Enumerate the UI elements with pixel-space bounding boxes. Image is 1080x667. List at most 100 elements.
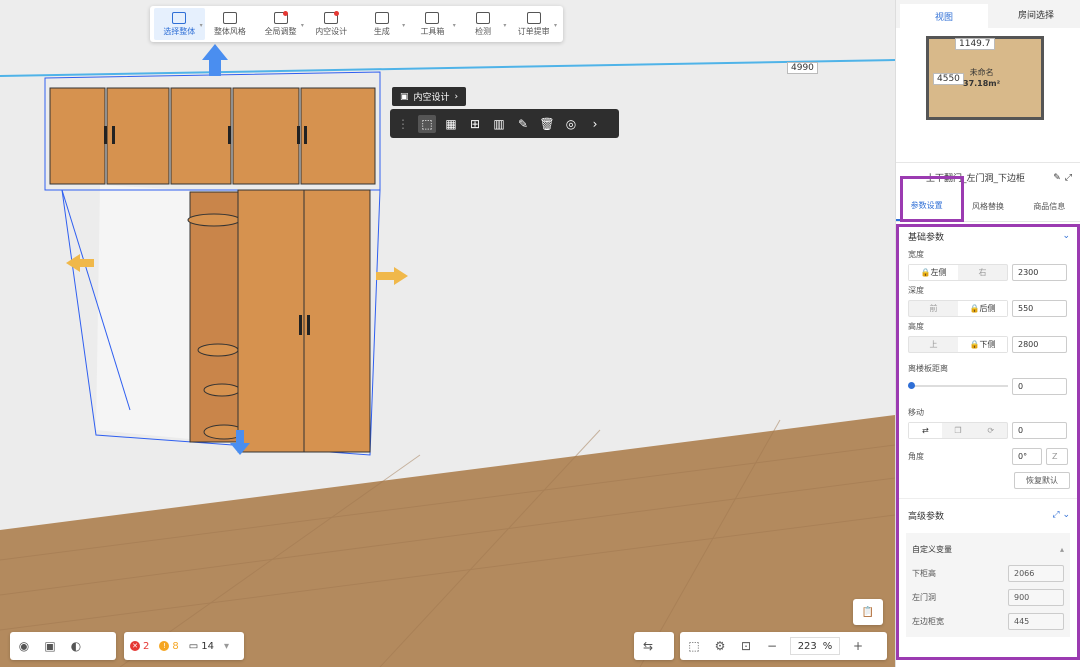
zoom-input[interactable]: 223% [790,637,840,655]
depth-anchor[interactable]: 前 🔒 后侧 [908,299,1008,317]
minimap[interactable]: 1149.7 4550 未命名 37.18m² [896,28,1080,162]
3d-icon[interactable]: ◎ [562,115,580,133]
var-input[interactable]: 900 [1008,588,1064,606]
height-input[interactable]: 2800 [1012,335,1067,353]
depth-row: 前 🔒 后侧 550 [896,298,1080,318]
dimension-label: 4990 [787,62,818,74]
eye-icon[interactable]: ◉ [16,638,32,654]
width-right[interactable]: 右 [958,265,1007,280]
toggle-toolbar: ⇆ [634,632,674,660]
angle-row: 角度 0° Z [896,446,1080,466]
focus-icon[interactable]: ⊡ [738,638,754,654]
add-board-icon[interactable]: ⊞ [466,115,484,133]
upper-cabinets [49,87,376,185]
gauge-icon[interactable]: ◐ [68,638,84,654]
file-count[interactable]: ▭ 14 [189,641,214,652]
panel-title-row: 上下翻门_左门洞_下边柜 ✎ ⤢ [896,162,1080,192]
zoom-out-icon[interactable]: − [764,638,780,654]
floor-distance-slider[interactable] [908,382,1008,389]
toolbar-overall-style[interactable]: 整体风格 [205,8,256,40]
clipboard-icon [526,11,541,24]
minimap-height-label: 4550 [933,73,964,85]
tab-params[interactable]: 参数设置 [896,192,958,221]
toolbar-select-whole[interactable]: 选择整体 ▾ [154,8,205,40]
box-select-icon[interactable]: ▦ [442,115,460,133]
move-label: 移动 [908,407,924,417]
height-row: 上 🔒 下侧 2800 [896,334,1080,354]
top-toolbar: 选择整体 ▾ 整体风格 全局调整 ▾ 内空设计 生成 ▾ 工具箱 ▾ 检测 ▾ 订单提审 ▾ [150,6,563,42]
drag-handle-icon[interactable]: ⋮ [394,115,412,133]
select-icon[interactable]: ⬚ [418,114,436,133]
width-left[interactable]: 🔒 左侧 [909,264,958,280]
paint-roller-icon [222,11,237,24]
edit-icon[interactable]: ✎ [1053,173,1061,183]
split-icon[interactable]: ▥ [490,115,508,133]
custom-vars-header[interactable]: 自定义变量 ▴ [912,537,1064,561]
toggle-icon[interactable]: ⇆ [640,638,656,654]
width-anchor[interactable]: 🔒 左侧右 [908,263,1008,281]
tab-room-select[interactable]: 房间选择 [992,0,1080,28]
move-rotate-icon[interactable]: ⟳ [974,423,1007,438]
height-top[interactable]: 上 [909,337,958,352]
file-icon: ▭ [188,640,199,652]
depth-input[interactable]: 550 [1012,299,1067,317]
floorplan[interactable]: 1149.7 4550 未命名 37.18m² [926,36,1044,120]
zoom-in-icon[interactable]: + [850,638,866,654]
move-free-icon[interactable]: ⇄ [909,422,942,438]
width-input[interactable]: 2300 [1012,263,1067,281]
width-row: 🔒 左侧右 2300 [896,262,1080,282]
var-input[interactable]: 445 [1008,612,1064,630]
move-copy-icon[interactable]: ❐ [942,423,975,438]
chevron-down-icon: ⌄ [1062,231,1070,241]
expand-icon[interactable]: ⤢ [1065,173,1072,183]
var-row: 左边柜宽 445 [912,609,1064,633]
depth-back[interactable]: 🔒 后侧 [958,300,1007,316]
fit-view-icon[interactable]: ⬚ [686,638,702,654]
var-input[interactable]: 2066 [1008,564,1064,582]
advanced-params-header[interactable]: 高级参数 ⤢ ⌄ [896,505,1080,525]
cube-icon[interactable]: ▣ [42,638,58,654]
interior-design-tag[interactable]: ▣ 内空设计 › [392,87,467,106]
tab-view[interactable]: 视图 [900,4,988,28]
toolbar-generate[interactable]: 生成 ▾ [357,8,408,40]
floor-distance-row: 0 [896,376,1080,396]
angle-input[interactable]: 0° [1012,447,1042,465]
toolbar-check[interactable]: 检测 ▾ [458,8,509,40]
depth-front[interactable]: 前 [909,301,958,316]
warning-count[interactable]: ! 8 [159,641,179,652]
chevron-right-icon[interactable]: › [586,115,604,133]
height-anchor[interactable]: 上 🔒 下侧 [908,335,1008,353]
right-panel: 视图 房间选择 1149.7 4550 未命名 37.18m² 上下翻门_左门洞… [895,0,1080,667]
room-name: 未命名 [969,68,994,77]
toolbar-toolbox[interactable]: 工具箱 ▾ [407,8,458,40]
floor-distance-input[interactable]: 0 [1012,377,1067,395]
height-bottom[interactable]: 🔒 下侧 [958,336,1007,352]
minimap-tabs: 视图 房间选择 [896,0,1080,28]
toolbar-global-adjust[interactable]: 全局调整 ▾ [255,8,306,40]
panel-title: 上下翻门_左门洞_下边柜 [926,174,1026,184]
tab-product-info[interactable]: 商品信息 [1019,192,1080,221]
toolbar-order-review[interactable]: 订单提审 ▾ [508,8,559,40]
camera-settings-icon[interactable]: ⚙ [712,638,728,654]
toolbar-interior-design[interactable]: 内空设计 [306,8,357,40]
error-count[interactable]: ✕ 2 [130,641,149,652]
angle-axis-select[interactable]: Z [1046,447,1068,465]
trash-icon[interactable]: 🗑 [538,115,556,133]
interior-frame-icon: ▣ [400,91,409,102]
tab-style-replace[interactable]: 风格替换 [957,192,1018,221]
reset-default-button[interactable]: 恢复默认 [1014,471,1070,489]
move-input[interactable]: 0 [1012,421,1067,439]
move-row: ⇄ ❐ ⟳ 0 [896,420,1080,440]
width-label: 宽度 [908,249,924,259]
basic-params-header[interactable]: 基础参数 ⌄ [896,226,1080,246]
move-mode[interactable]: ⇄ ❐ ⟳ [908,421,1008,439]
3d-viewport[interactable]: 4990 选择整体 ▾ 整体风格 全局调整 ▾ 内空设计 生成 ▾ 工具箱 ▾ 检测 ▾ … [0,0,895,667]
tall-cabinet [237,189,371,453]
chevron-up-icon: ▴ [1059,544,1064,554]
clipboard-button[interactable]: 📋 [853,599,883,625]
edit-icon[interactable]: ✎ [514,115,532,133]
chevron-down-icon[interactable]: ▾ [224,641,229,652]
params-body: 基础参数 ⌄ 宽度 🔒 左侧右 2300 深度 前 🔒 后侧 550 高度 上 🔒 下侧 2… [896,222,1080,637]
param-tabs: 参数设置 风格替换 商品信息 [896,192,1080,222]
status-toolbar: ✕ 2 ! 8 ▭ 14 ▾ [124,632,244,660]
